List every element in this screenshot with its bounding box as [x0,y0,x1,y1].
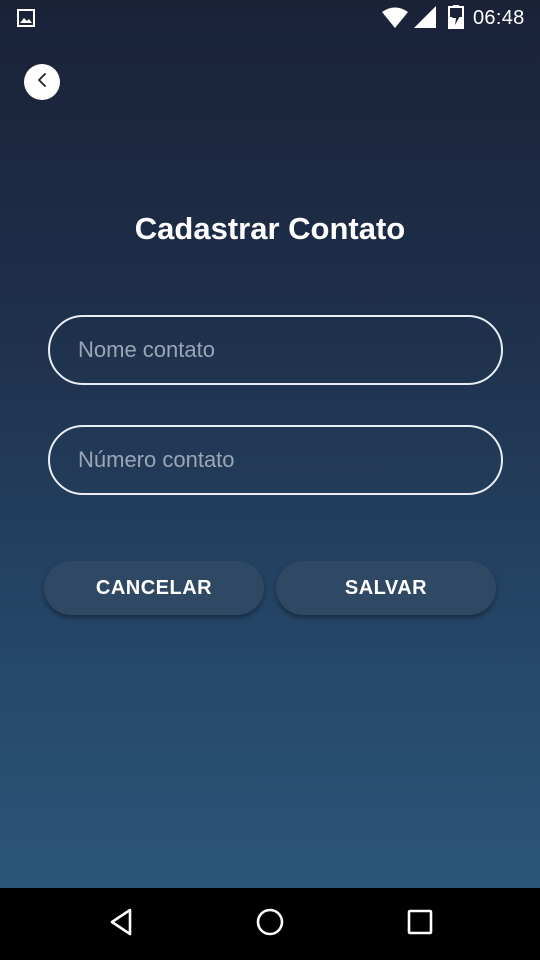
recents-square-icon [405,907,435,942]
contact-number-input[interactable] [48,425,503,495]
screen: 06:48 Cadastrar Contato CANCELAR SALVAR [0,0,540,960]
wifi-icon [382,7,408,29]
nav-home-button[interactable] [252,906,288,942]
nav-back-button[interactable] [103,906,139,942]
gallery-icon [17,9,35,27]
save-button[interactable]: SALVAR [276,561,496,615]
navigation-bar [0,888,540,960]
battery-icon [448,5,464,29]
back-button[interactable] [24,64,60,100]
app-body: 06:48 Cadastrar Contato CANCELAR SALVAR [0,0,540,888]
home-circle-icon [255,907,285,942]
contact-name-input[interactable] [48,315,503,385]
chevron-left-icon [34,72,50,93]
signal-icon [414,6,436,28]
nav-recents-button[interactable] [402,906,438,942]
cancel-button[interactable]: CANCELAR [44,561,264,615]
status-clock: 06:48 [473,7,525,29]
page-title: Cadastrar Contato [134,211,406,246]
status-bar: 06:48 [0,0,540,36]
back-triangle-icon [106,907,136,942]
